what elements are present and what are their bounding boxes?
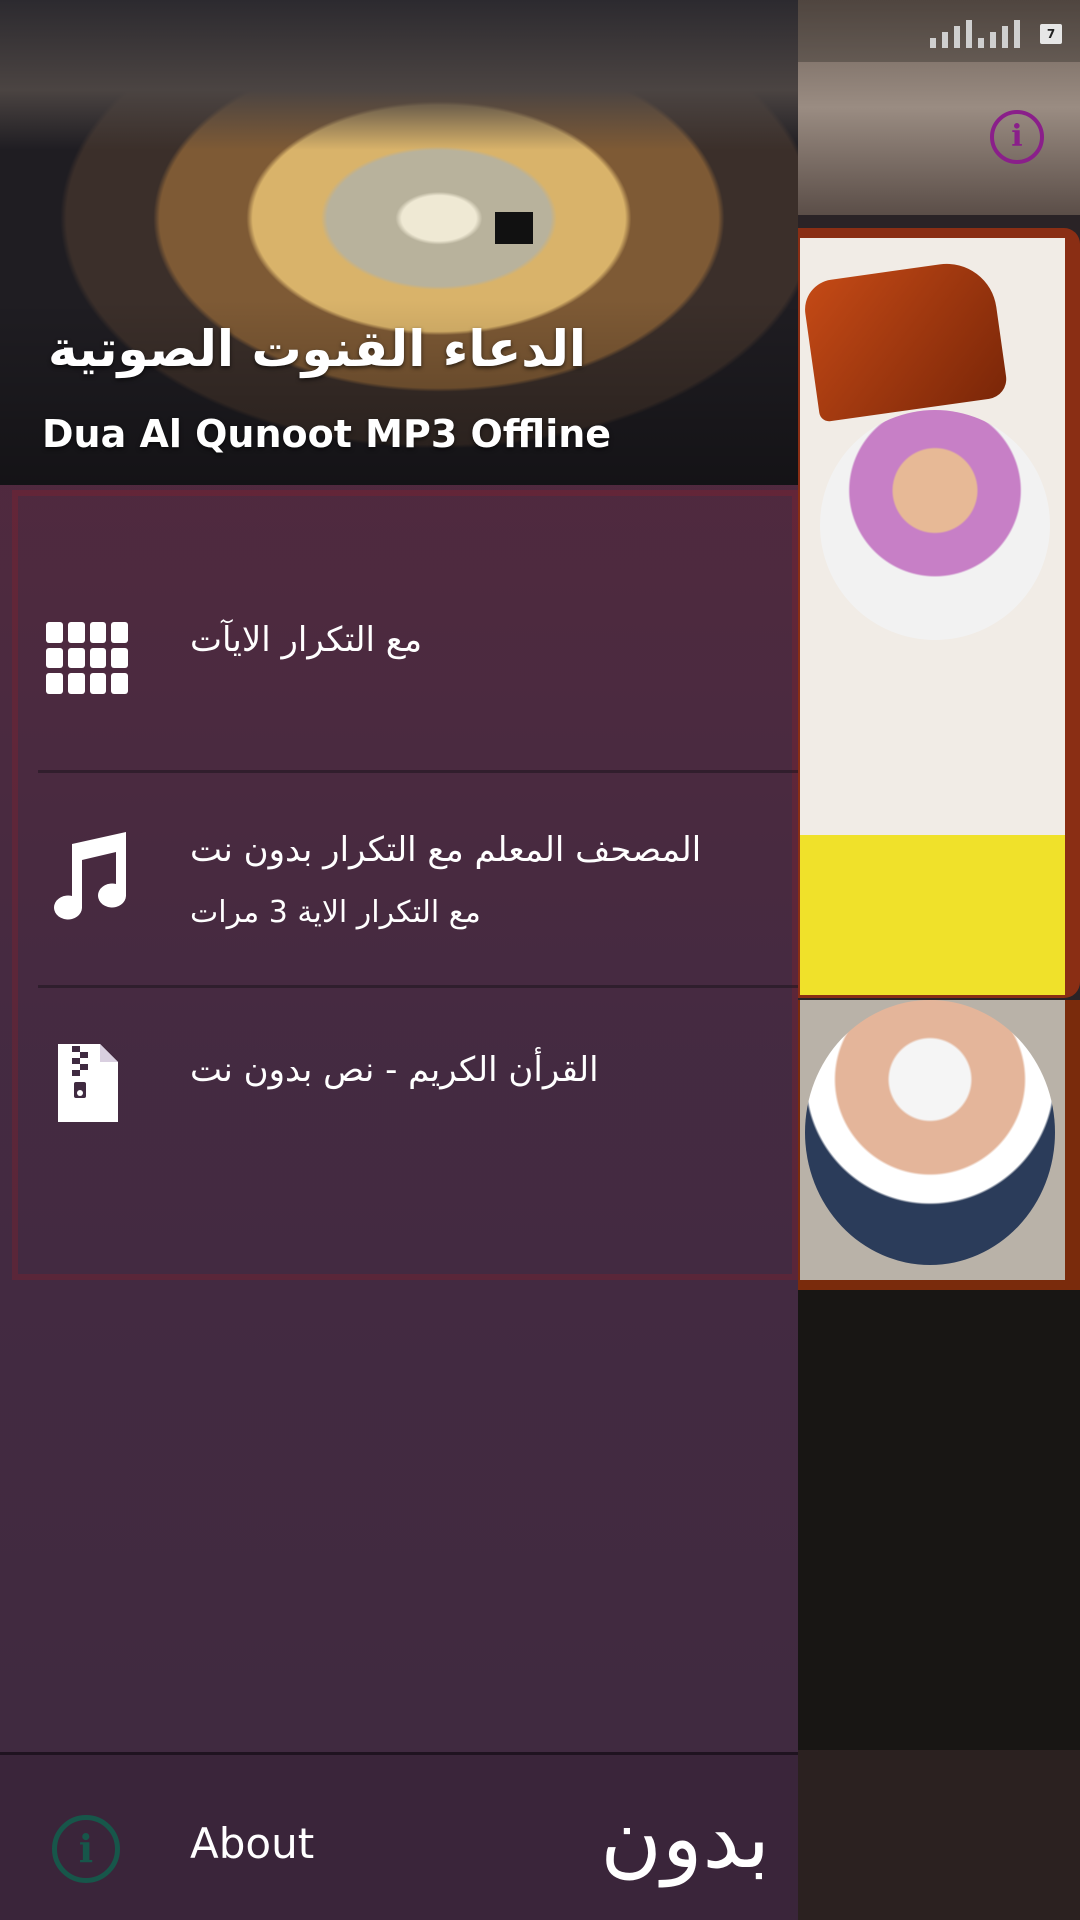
menu-item-label: مع التكرار الايآت (190, 620, 423, 660)
menu-item-teacher-mushaf[interactable]: المصحف المعلم مع التكرار بدون نت مع التك… (0, 770, 798, 970)
zip-file-icon (54, 1040, 122, 1126)
menu-item-repeat-ayat[interactable]: مع التكرار الايآت (0, 560, 798, 750)
menu-item-quran-text[interactable]: القرأن الكريم - نص بدون نت (0, 990, 798, 1170)
info-icon[interactable]: i (52, 1815, 120, 1883)
menu-item-label: المصحف المعلم مع التكرار بدون نت (190, 830, 702, 870)
divider (38, 985, 798, 988)
grid-icon (46, 622, 128, 694)
footer-arabic-text: بدون نت (600, 1789, 770, 1920)
drawer-footer: i About بدون نت (0, 1752, 798, 1920)
music-note-icon (46, 830, 130, 922)
navigation-drawer: الدعاء القنوت الصوتية Dua Al Qunoot MP3 … (0, 0, 798, 1920)
background-bottom-area (780, 1750, 1080, 1920)
sheikh-portrait (805, 1000, 1055, 1265)
girl-illustration (820, 410, 1050, 640)
menu-item-label: القرأن الكريم - نص بدون نت (190, 1050, 599, 1090)
battery-icon: 7 (1040, 24, 1062, 44)
signal-icon (930, 14, 1020, 48)
header-title-english: Dua Al Qunoot MP3 Offline (42, 412, 612, 456)
quran-calligraphy-image[interactable] (780, 1290, 1080, 1750)
about-button[interactable]: About (190, 1819, 390, 1868)
header-title-arabic: الدعاء القنوت الصوتية (48, 320, 587, 378)
kaaba-image (495, 212, 533, 244)
info-button-icon[interactable]: i (990, 110, 1044, 164)
yellow-banner (800, 835, 1065, 995)
drawer-header: الدعاء القنوت الصوتية Dua Al Qunoot MP3 … (0, 0, 798, 485)
header-city-skyline (0, 0, 798, 150)
menu-item-sublabel: مع التكرار الاية 3 مرات (190, 895, 481, 930)
book-illustration (801, 257, 1009, 423)
